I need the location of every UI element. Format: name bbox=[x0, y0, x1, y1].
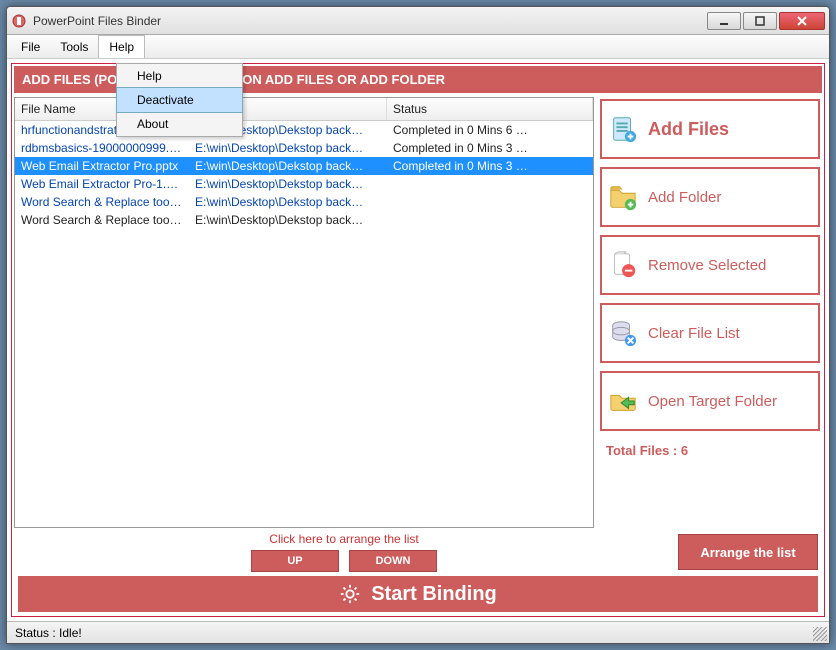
folder-add-icon bbox=[608, 182, 638, 212]
cell-status bbox=[387, 201, 593, 203]
help-menu-deactivate[interactable]: Deactivate bbox=[116, 87, 243, 113]
main-panel: ADD FILES (POWERPOINT), CLICK ON ADD FIL… bbox=[11, 63, 825, 617]
menu-file[interactable]: File bbox=[11, 35, 50, 58]
cell-path: E:\win\Desktop\Dekstop back… bbox=[189, 212, 387, 228]
cell-file-name: Web Email Extractor Pro.pptx bbox=[15, 158, 189, 174]
cell-path: E:\win\Desktop\Dekstop back… bbox=[189, 194, 387, 210]
remove-selected-button[interactable]: Remove Selected bbox=[600, 235, 820, 295]
center-row: File Name Status hrfunctionandstrategypp… bbox=[14, 97, 822, 528]
window-title: PowerPoint Files Binder bbox=[33, 14, 707, 28]
resize-grip[interactable] bbox=[813, 627, 827, 641]
close-button[interactable] bbox=[779, 12, 825, 30]
gear-icon bbox=[339, 583, 361, 605]
add-folder-label: Add Folder bbox=[648, 189, 721, 206]
table-row[interactable]: hrfunctionandstrategyppt.pptE:\win\Deskt… bbox=[15, 121, 593, 139]
add-files-button[interactable]: Add Files bbox=[600, 99, 820, 159]
start-binding-button[interactable]: Start Binding bbox=[18, 576, 818, 612]
help-dropdown: Help Deactivate About bbox=[116, 63, 243, 137]
file-add-icon bbox=[608, 114, 638, 144]
cell-file-name: Web Email Extractor Pro-1.… bbox=[15, 176, 189, 192]
total-files-label: Total Files : 6 bbox=[600, 439, 820, 462]
open-target-label: Open Target Folder bbox=[648, 393, 777, 410]
file-remove-icon bbox=[608, 250, 638, 280]
table-row[interactable]: Word Search & Replace too…E:\win\Desktop… bbox=[15, 211, 593, 229]
cell-path: E:\win\Desktop\Dekstop back… bbox=[189, 176, 387, 192]
cell-path: E:\win\Desktop\Dekstop back… bbox=[189, 158, 387, 174]
window-controls bbox=[707, 12, 825, 30]
cell-status bbox=[387, 219, 593, 221]
cell-status: Completed in 0 Mins 6 … bbox=[387, 122, 593, 138]
cell-path: E:\win\Desktop\Dekstop back… bbox=[189, 140, 387, 156]
col-status[interactable]: Status bbox=[387, 98, 593, 120]
cell-file-name: rdbmsbasics-19000000999.… bbox=[15, 140, 189, 156]
minimize-button[interactable] bbox=[707, 12, 741, 30]
folder-open-icon bbox=[608, 386, 638, 416]
arrange-list-button[interactable]: Arrange the list bbox=[678, 534, 818, 570]
side-panel: Add Files Add Folder Remove Selected bbox=[598, 97, 822, 528]
status-bar: Status : Idle! bbox=[7, 621, 829, 643]
move-down-button[interactable]: DOWN bbox=[349, 550, 437, 572]
help-menu-about[interactable]: About bbox=[117, 112, 242, 136]
remove-selected-label: Remove Selected bbox=[648, 257, 766, 274]
menu-bar: File Tools Help bbox=[7, 35, 829, 59]
table-body[interactable]: hrfunctionandstrategyppt.pptE:\win\Deskt… bbox=[15, 121, 593, 527]
database-clear-icon bbox=[608, 318, 638, 348]
app-window: PowerPoint Files Binder File Tools Help … bbox=[6, 6, 830, 644]
file-table: File Name Status hrfunctionandstrategypp… bbox=[14, 97, 594, 528]
menu-help[interactable]: Help bbox=[98, 35, 145, 58]
cell-file-name: Word Search & Replace too… bbox=[15, 194, 189, 210]
maximize-button[interactable] bbox=[743, 12, 777, 30]
cell-status bbox=[387, 183, 593, 185]
arrange-hint: Click here to arrange the list bbox=[269, 532, 418, 546]
table-row[interactable]: rdbmsbasics-19000000999.…E:\win\Desktop\… bbox=[15, 139, 593, 157]
table-row[interactable]: Web Email Extractor Pro-1.…E:\win\Deskto… bbox=[15, 175, 593, 193]
add-folder-button[interactable]: Add Folder bbox=[600, 167, 820, 227]
title-bar[interactable]: PowerPoint Files Binder bbox=[7, 7, 829, 35]
start-binding-label: Start Binding bbox=[371, 583, 497, 606]
open-target-button[interactable]: Open Target Folder bbox=[600, 371, 820, 431]
move-up-button[interactable]: UP bbox=[251, 550, 339, 572]
add-files-label: Add Files bbox=[648, 119, 729, 140]
cell-status: Completed in 0 Mins 3 … bbox=[387, 158, 593, 174]
table-row[interactable]: Word Search & Replace too…E:\win\Desktop… bbox=[15, 193, 593, 211]
arrange-controls: Click here to arrange the list UP DOWN bbox=[18, 532, 670, 572]
clear-list-label: Clear File List bbox=[648, 325, 740, 342]
arrange-row: Click here to arrange the list UP DOWN A… bbox=[14, 532, 822, 572]
clear-list-button[interactable]: Clear File List bbox=[600, 303, 820, 363]
table-header: File Name Status bbox=[15, 98, 593, 121]
cell-status: Completed in 0 Mins 3 … bbox=[387, 140, 593, 156]
cell-file-name: Word Search & Replace too… bbox=[15, 212, 189, 228]
help-menu-help[interactable]: Help bbox=[117, 64, 242, 88]
status-text: Status : Idle! bbox=[15, 626, 82, 640]
app-icon bbox=[11, 13, 27, 29]
table-row[interactable]: Web Email Extractor Pro.pptxE:\win\Deskt… bbox=[15, 157, 593, 175]
menu-tools[interactable]: Tools bbox=[50, 35, 98, 58]
